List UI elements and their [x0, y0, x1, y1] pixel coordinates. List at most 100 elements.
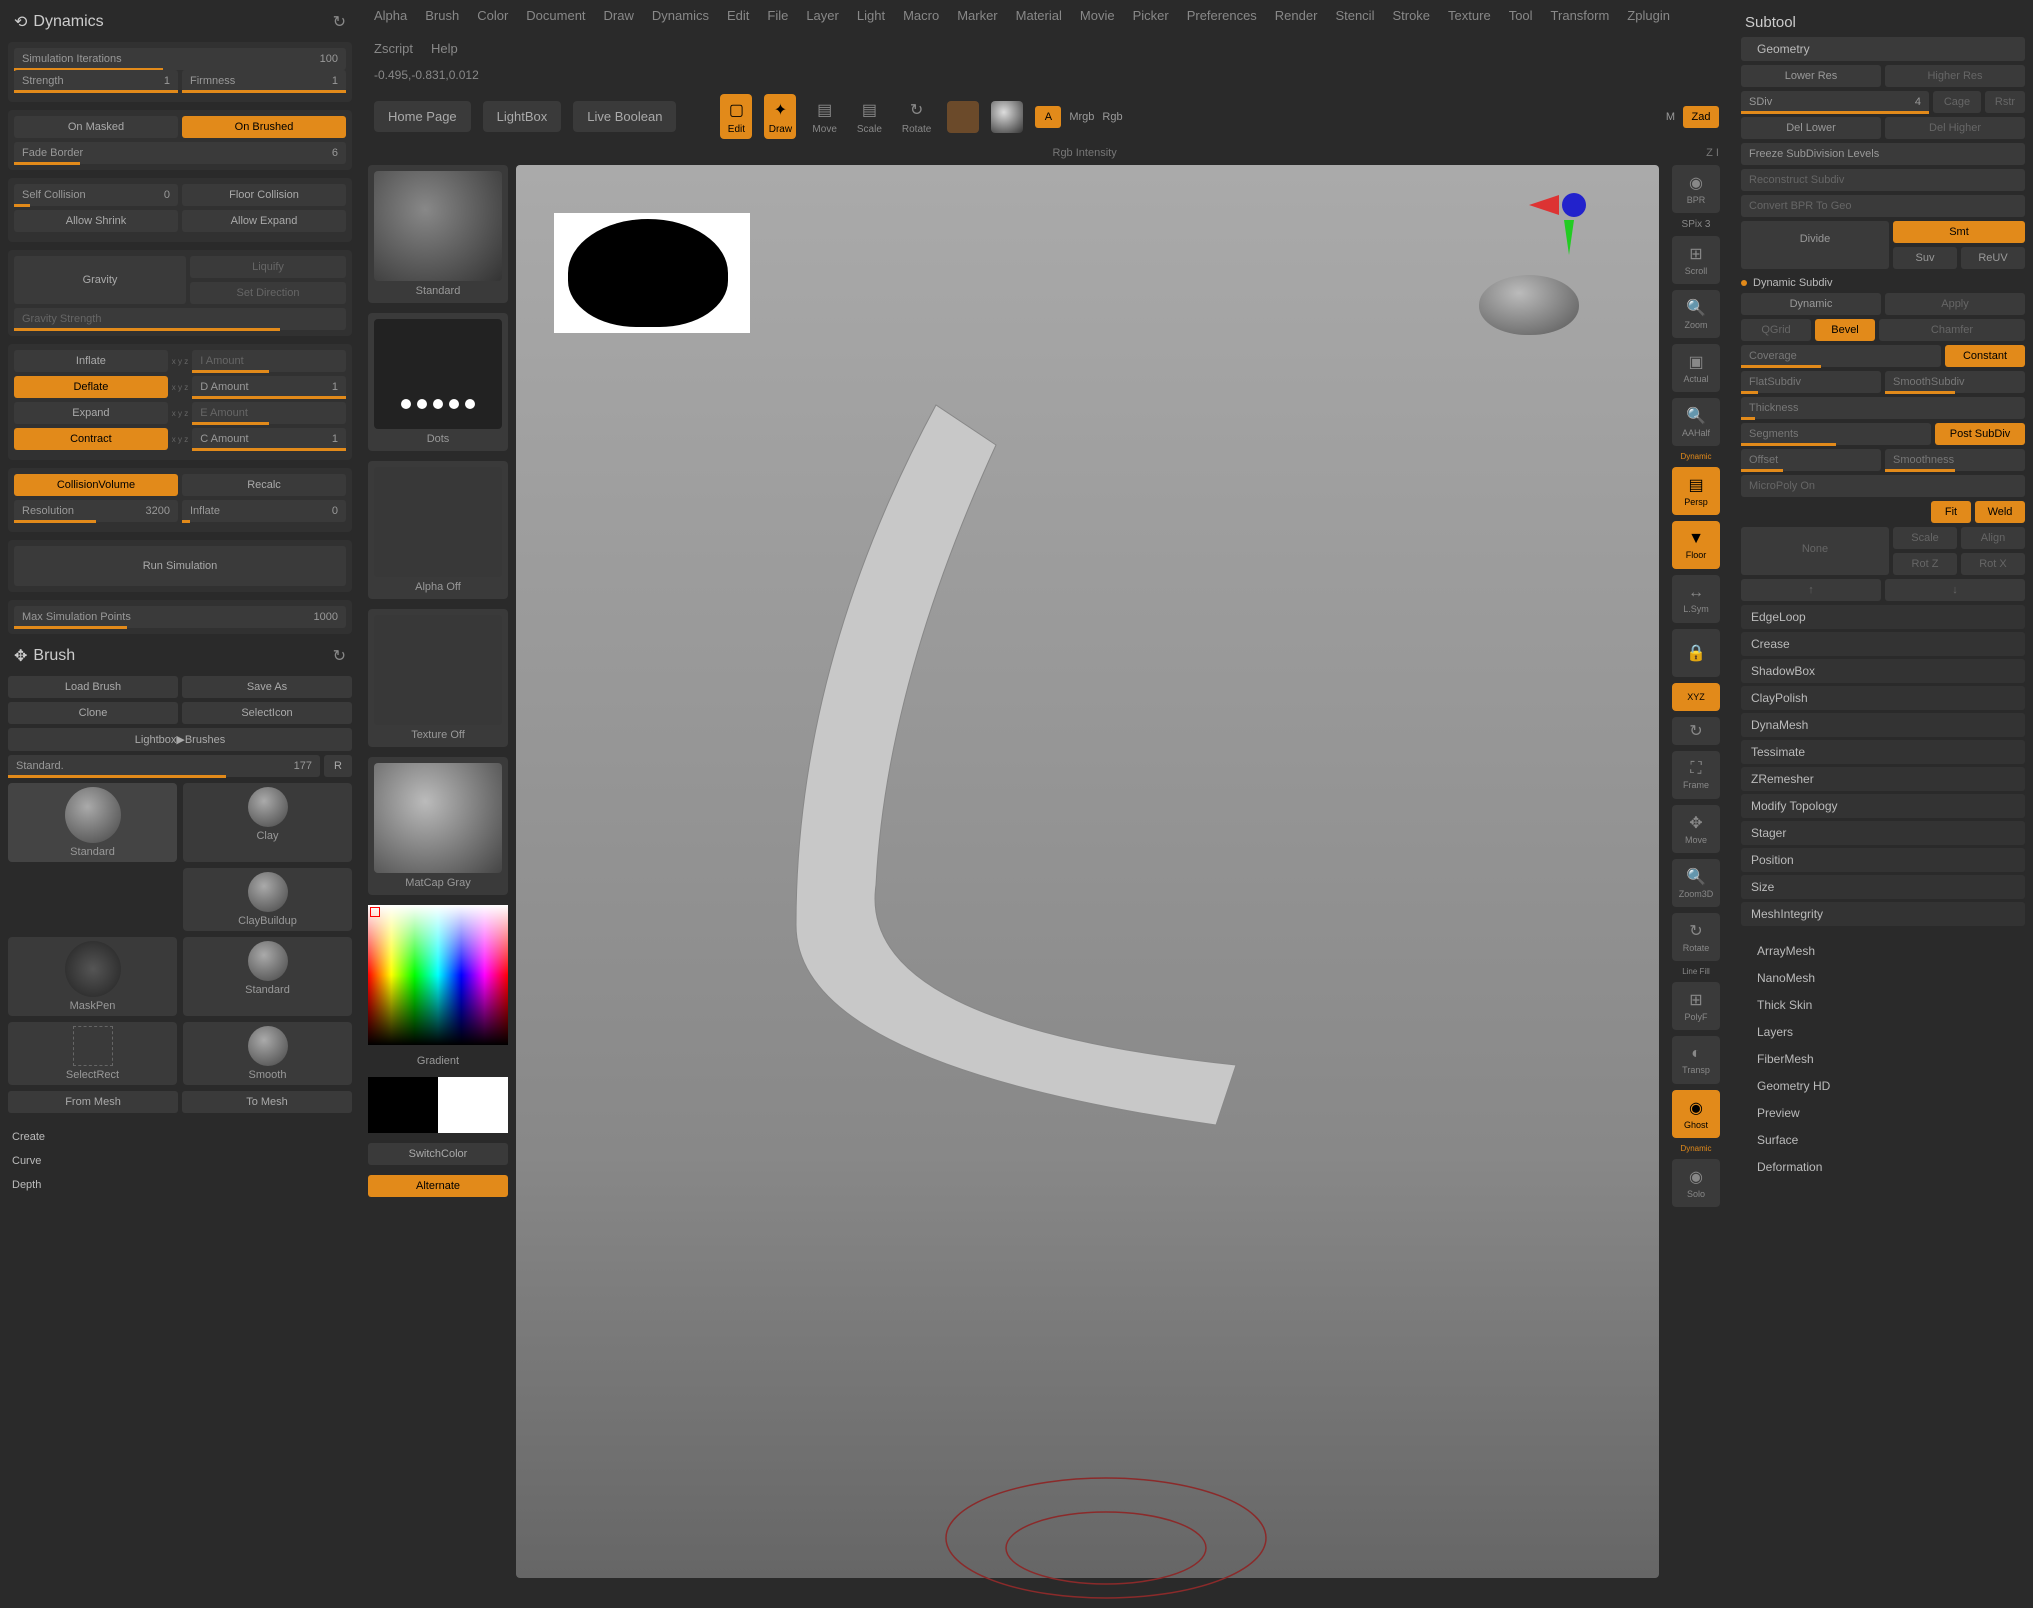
lsym-button[interactable]: ↔L.Sym [1672, 575, 1720, 623]
alternate-button[interactable]: Alternate [368, 1175, 508, 1197]
ghost-button[interactable]: ◉Ghost [1672, 1090, 1720, 1138]
menu-document[interactable]: Document [526, 8, 585, 23]
frame-button[interactable]: ⛶Frame [1672, 751, 1720, 799]
lightbox-brushes-button[interactable]: Lightbox▶Brushes [8, 728, 352, 751]
refresh-icon[interactable]: ↻ [333, 646, 346, 666]
segments-slider[interactable]: Segments [1741, 423, 1931, 445]
del-lower-button[interactable]: Del Lower [1741, 117, 1881, 139]
sub-layers[interactable]: Layers [1741, 1020, 2025, 1044]
alpha-preview[interactable]: Alpha Off [368, 461, 508, 599]
menu-dynamics[interactable]: Dynamics [652, 8, 709, 23]
higher-res-button[interactable]: Higher Res [1885, 65, 2025, 87]
menu-movie[interactable]: Movie [1080, 8, 1115, 23]
color-picker[interactable] [368, 905, 508, 1045]
sub-shadowbox[interactable]: ShadowBox [1741, 659, 2025, 683]
color-primary[interactable] [947, 101, 979, 133]
strength-slider[interactable]: Strength1 [14, 70, 178, 92]
brush-standard2[interactable]: Standard [183, 937, 352, 1016]
apply-btn[interactable]: Apply [1885, 293, 2025, 315]
brush-panel-header[interactable]: ✥Brush ↻ [8, 642, 352, 670]
select-icon-button[interactable]: SelectIcon [182, 702, 352, 724]
menu-alpha[interactable]: Alpha [374, 8, 407, 23]
sub-geometryhd[interactable]: Geometry HD [1741, 1074, 2025, 1098]
sub-thickskin[interactable]: Thick Skin [1741, 993, 2025, 1017]
align-btn[interactable]: Align [1961, 527, 2025, 549]
brush-standard[interactable]: Standard [8, 783, 177, 862]
sim-iterations-slider[interactable]: Simulation Iterations100 [14, 48, 346, 70]
rotz-btn[interactable]: Rot Z [1893, 553, 1957, 575]
menu-render[interactable]: Render [1275, 8, 1318, 23]
menu-layer[interactable]: Layer [806, 8, 839, 23]
sub-surface[interactable]: Surface [1741, 1128, 2025, 1152]
menu-material[interactable]: Material [1016, 8, 1062, 23]
recalc-button[interactable]: Recalc [182, 474, 346, 496]
menu-editter[interactable]: Edit [727, 8, 749, 23]
axis-gizmo[interactable] [1519, 185, 1599, 288]
menu-preferences[interactable]: Preferences [1187, 8, 1257, 23]
material-ball[interactable] [991, 101, 1023, 133]
sub-nanomesh[interactable]: NanoMesh [1741, 966, 2025, 990]
i-amount-slider[interactable]: I Amount [192, 350, 346, 372]
sub-deformation[interactable]: Deformation [1741, 1155, 2025, 1179]
mrgb-label[interactable]: Mrgb [1069, 111, 1094, 123]
curve-section[interactable]: Curve [12, 1149, 348, 1173]
menu-draw[interactable]: Draw [604, 8, 634, 23]
rstr-button[interactable]: Rstr [1985, 91, 2025, 113]
floor-button[interactable]: ▼Floor [1672, 521, 1720, 569]
menu-macro[interactable]: Macro [903, 8, 939, 23]
r-button[interactable]: R [324, 755, 352, 777]
menu-file[interactable]: File [767, 8, 788, 23]
none-btn[interactable]: None [1741, 527, 1889, 575]
polyf-button[interactable]: ⊞PolyF [1672, 982, 1720, 1030]
scale-btn[interactable]: Scale [1893, 527, 1957, 549]
dynamics-panel-header[interactable]: ⟲Dynamics ↻ [8, 8, 352, 36]
scale-mode-button[interactable]: ▤Scale [853, 94, 886, 139]
aahalf-button[interactable]: 🔍AAHalf [1672, 398, 1720, 446]
max-sim-points-slider[interactable]: Max Simulation Points1000 [14, 606, 346, 628]
thickness-slider[interactable]: Thickness [1741, 397, 2025, 419]
self-collision-slider[interactable]: Self Collision0 [14, 184, 178, 206]
from-mesh-button[interactable]: From Mesh [8, 1091, 178, 1113]
coverage-slider[interactable]: Coverage [1741, 345, 1941, 367]
zoom3d-button[interactable]: 🔍Zoom3D [1672, 859, 1720, 907]
smt-button[interactable]: Smt [1893, 221, 2025, 243]
freeze-subd-button[interactable]: Freeze SubDivision Levels [1741, 143, 2025, 165]
e-amount-slider[interactable]: E Amount [192, 402, 346, 424]
postsubdiv-btn[interactable]: Post SubDiv [1935, 423, 2025, 445]
depth-section[interactable]: Depth [12, 1173, 348, 1197]
menu-help[interactable]: Help [431, 41, 458, 56]
deflate-button[interactable]: Deflate [14, 376, 168, 398]
expand-button[interactable]: Expand [14, 402, 168, 424]
menu-stencil[interactable]: Stencil [1335, 8, 1374, 23]
suv-button[interactable]: Suv [1893, 247, 1957, 269]
menu-tool[interactable]: Tool [1509, 8, 1533, 23]
actual-button[interactable]: ▣Actual [1672, 344, 1720, 392]
chamfer-btn[interactable]: Chamfer [1879, 319, 2025, 341]
run-simulation-button[interactable]: Run Simulation [14, 546, 346, 586]
subtool-header[interactable]: Subtool [1741, 8, 2025, 37]
lock-button[interactable]: 🔒 [1672, 629, 1720, 677]
flatsubdiv-slider[interactable]: FlatSubdiv [1741, 371, 1881, 393]
convert-bpr-button[interactable]: Convert BPR To Geo [1741, 195, 2025, 217]
to-mesh-button[interactable]: To Mesh [182, 1091, 352, 1113]
material-preview[interactable]: MatCap Gray [368, 757, 508, 895]
rotx-btn[interactable]: Rot X [1961, 553, 2025, 575]
bevel-btn[interactable]: Bevel [1815, 319, 1875, 341]
smoothness-slider[interactable]: Smoothness [1885, 449, 2025, 471]
home-page-button[interactable]: Home Page [374, 101, 471, 132]
live-boolean-button[interactable]: Live Boolean [573, 101, 676, 132]
m-label[interactable]: M [1666, 111, 1675, 123]
collision-volume-button[interactable]: CollisionVolume [14, 474, 178, 496]
switch-color-button[interactable]: SwitchColor [368, 1143, 508, 1165]
xyz-button[interactable]: XYZ [1672, 683, 1720, 711]
geometry-header[interactable]: Geometry [1741, 37, 2025, 61]
menu-light[interactable]: Light [857, 8, 885, 23]
reuv-button[interactable]: ReUV [1961, 247, 2025, 269]
constant-btn[interactable]: Constant [1945, 345, 2025, 367]
brush-selectrect[interactable]: SelectRect [8, 1022, 177, 1085]
down-arrow[interactable]: ↓ [1885, 579, 2025, 601]
brush-maskpen[interactable]: MaskPen [8, 937, 177, 1016]
draw-mode-button[interactable]: ✦Draw [764, 94, 796, 139]
brush-smooth[interactable]: Smooth [183, 1022, 352, 1085]
lightbox-button[interactable]: LightBox [483, 101, 562, 132]
